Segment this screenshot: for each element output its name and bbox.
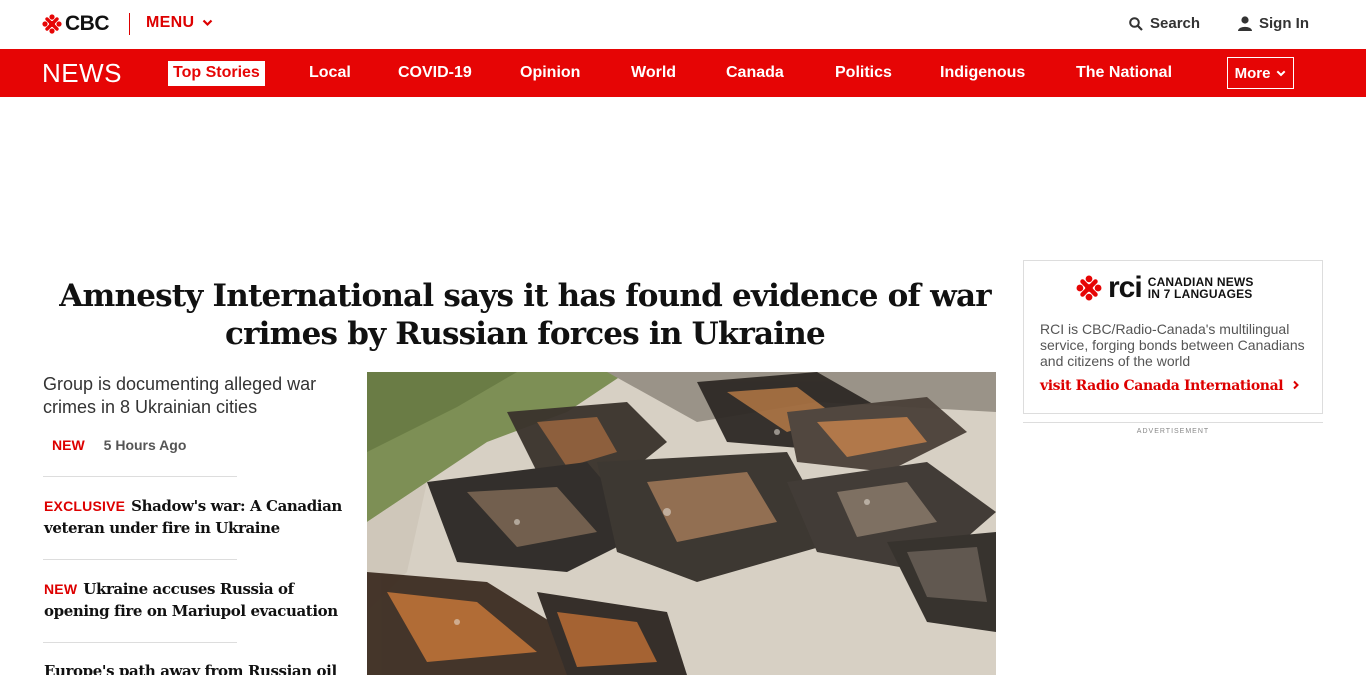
user-icon	[1238, 16, 1252, 31]
nav-item-covid-19[interactable]: COVID-19	[398, 62, 472, 84]
sign-in-label: Sign In	[1259, 15, 1309, 32]
search-button[interactable]: Search	[1129, 15, 1200, 32]
story-title: Ukraine accuses Russia of opening fire o…	[44, 580, 338, 620]
cbc-gem-icon	[42, 14, 62, 34]
nav-item-top-stories[interactable]: Top Stories	[168, 61, 265, 86]
nav-item-politics[interactable]: Politics	[835, 62, 892, 84]
rci-promo[interactable]: rci CANADIAN NEWS IN 7 LANGUAGES RCI is …	[1023, 260, 1323, 414]
destroyed-vehicles-photo	[367, 372, 996, 675]
lead-meta: NEW 5 Hours Ago	[52, 437, 186, 453]
sign-in-button[interactable]: Sign In	[1238, 15, 1309, 32]
cbc-gem-icon	[1076, 275, 1102, 301]
lead-headline[interactable]: Amnesty International says it has found …	[40, 277, 1010, 353]
divider	[43, 642, 237, 643]
top-bar: CBC MENU Search Sign In	[0, 0, 1366, 49]
header-divider	[129, 13, 130, 35]
timestamp: 5 Hours Ago	[103, 437, 187, 453]
rci-description: RCI is CBC/Radio-Canada's multilingual s…	[1040, 321, 1305, 369]
ad-divider	[1023, 422, 1323, 423]
story-link[interactable]: Europe's path away from Russian oil and	[44, 660, 344, 675]
chevron-right-icon	[1292, 380, 1299, 390]
nav-item-local[interactable]: Local	[309, 62, 351, 84]
nav-item-world[interactable]: World	[631, 62, 676, 84]
more-label: More	[1234, 64, 1271, 82]
rci-tagline: CANADIAN NEWS IN 7 LANGUAGES	[1147, 275, 1254, 301]
rci-visit-link[interactable]: visit Radio Canada International	[1040, 378, 1300, 394]
cbc-logo[interactable]: CBC	[42, 12, 110, 35]
story-title: Europe's path away from Russian oil and	[44, 662, 337, 675]
menu-label: MENU	[146, 14, 195, 31]
search-icon	[1129, 16, 1143, 31]
story-label: NEW	[44, 581, 78, 597]
story-link[interactable]: EXCLUSIVE Shadow's war: A Canadian vetera…	[44, 495, 344, 539]
advertisement-label: ADVERTISEMENT	[1136, 428, 1210, 435]
lead-image[interactable]	[367, 372, 996, 675]
section-nav: NEWS Top Stories Local COVID-19 Opinion …	[0, 49, 1366, 97]
divider	[43, 476, 237, 477]
menu-button[interactable]: MENU	[146, 14, 213, 32]
nav-item-canada[interactable]: Canada	[726, 62, 784, 84]
more-button[interactable]: More	[1227, 57, 1294, 89]
story-label: EXCLUSIVE	[44, 498, 126, 514]
lead-summary: Group is documenting alleged war crimes …	[43, 374, 317, 417]
news-section-title[interactable]: NEWS	[42, 58, 122, 89]
chevron-down-icon	[1277, 70, 1286, 76]
chevron-down-icon	[203, 19, 213, 27]
search-label: Search	[1150, 15, 1201, 32]
divider	[43, 559, 237, 560]
rci-logo: rci CANADIAN NEWS IN 7 LANGUAGES	[1076, 273, 1254, 303]
cbc-logo-text: CBC	[65, 12, 110, 35]
nav-item-indigenous[interactable]: Indigenous	[940, 62, 1025, 84]
rci-logo-text: rci	[1108, 271, 1143, 304]
story-link[interactable]: NEW Ukraine accuses Russia of opening fir…	[44, 578, 344, 622]
nav-item-the-national[interactable]: The National	[1076, 62, 1172, 84]
nav-item-opinion[interactable]: Opinion	[520, 62, 580, 84]
new-badge: NEW	[52, 437, 85, 453]
